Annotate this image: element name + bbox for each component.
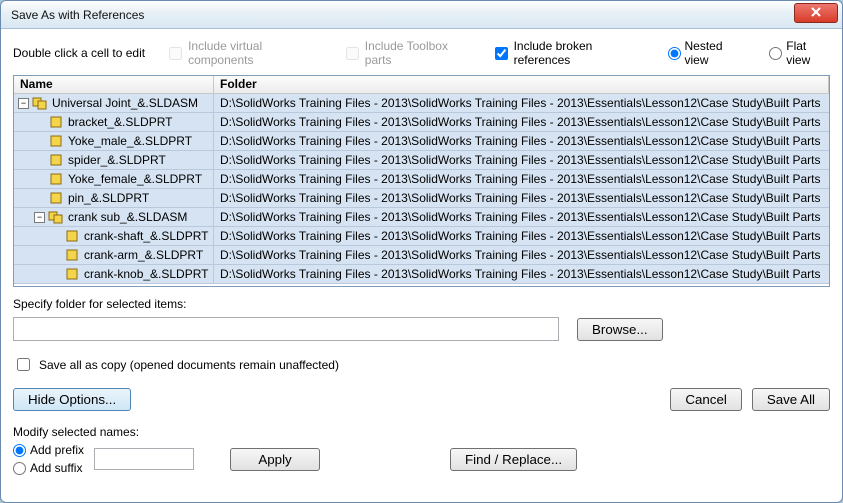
include-broken-checkbox[interactable]: Include broken references [495, 39, 644, 67]
prefix-suffix-input[interactable] [94, 448, 194, 470]
dialog-window: Save As with References Double click a c… [0, 0, 843, 503]
edit-hint: Double click a cell to edit [13, 46, 145, 60]
client-area: Double click a cell to edit Include virt… [1, 29, 842, 483]
name-cell[interactable]: crank-arm_&.SLDPRT [14, 246, 214, 264]
folder-cell[interactable]: D:\SolidWorks Training Files - 2013\Soli… [214, 96, 829, 110]
file-name: Yoke_female_&.SLDPRT [68, 172, 202, 186]
folder-cell[interactable]: D:\SolidWorks Training Files - 2013\Soli… [214, 210, 829, 224]
folder-cell[interactable]: D:\SolidWorks Training Files - 2013\Soli… [214, 267, 829, 281]
collapse-icon[interactable]: − [18, 98, 29, 109]
part-icon [64, 267, 80, 281]
file-name: crank-arm_&.SLDPRT [84, 248, 203, 262]
file-name: spider_&.SLDPRT [68, 153, 166, 167]
specify-folder-row: Browse... [13, 317, 830, 341]
file-name: crank-knob_&.SLDPRT [84, 267, 209, 281]
include-virtual-label: Include virtual components [188, 39, 322, 67]
folder-cell[interactable]: D:\SolidWorks Training Files - 2013\Soli… [214, 115, 829, 129]
part-icon [64, 229, 80, 243]
apply-button[interactable]: Apply [230, 448, 320, 471]
nested-view-label: Nested view [685, 39, 746, 67]
table-row[interactable]: crank-arm_&.SLDPRT D:\SolidWorks Training… [14, 246, 829, 265]
action-row: Hide Options... Cancel Save All [13, 388, 830, 411]
prefix-suffix-group: Add prefix Add suffix [13, 443, 84, 475]
table-row[interactable]: crank-knob_&.SLDPRT D:\SolidWorks Trainin… [14, 265, 829, 284]
collapse-icon[interactable]: − [34, 212, 45, 223]
name-cell[interactable]: spider_&.SLDPRT [14, 151, 214, 169]
table-row[interactable]: spider_&.SLDPRT D:\SolidWorks Training Fi… [14, 151, 829, 170]
titlebar: Save As with References [1, 1, 842, 29]
file-name: crank-shaft_&.SLDPRT [84, 229, 209, 243]
window-close-button[interactable] [794, 3, 838, 23]
table-row[interactable]: − crank sub_&.SLDASM D:\SolidWorks Trainin… [14, 208, 829, 227]
table-row[interactable]: Yoke_female_&.SLDPRT D:\SolidWorks Traini… [14, 170, 829, 189]
modify-names-row: Add prefix Add suffix Apply Find / Repla… [13, 443, 830, 475]
save-as-copy-label: Save all as copy (opened documents remai… [39, 358, 339, 372]
part-icon [48, 172, 64, 186]
hide-options-button[interactable]: Hide Options... [13, 388, 131, 411]
folder-cell[interactable]: D:\SolidWorks Training Files - 2013\Soli… [214, 191, 829, 205]
file-name: crank sub_&.SLDASM [68, 210, 187, 224]
part-icon [48, 115, 64, 129]
modify-names-label: Modify selected names: [13, 425, 830, 439]
add-prefix-radio[interactable]: Add prefix [13, 443, 84, 457]
flat-view-radio[interactable]: Flat view [769, 39, 830, 67]
folder-cell[interactable]: D:\SolidWorks Training Files - 2013\Soli… [214, 248, 829, 262]
browse-button[interactable]: Browse... [577, 318, 663, 341]
table-row[interactable]: pin_&.SLDPRT D:\SolidWorks Training Files… [14, 189, 829, 208]
folder-cell[interactable]: D:\SolidWorks Training Files - 2013\Soli… [214, 134, 829, 148]
include-toolbox-checkbox[interactable]: Include Toolbox parts [346, 39, 471, 67]
save-all-button[interactable]: Save All [752, 388, 830, 411]
flat-view-label: Flat view [786, 39, 830, 67]
specify-folder-label: Specify folder for selected items: [13, 297, 830, 311]
grid-header: Name Folder [14, 76, 829, 94]
header-name[interactable]: Name [14, 76, 214, 93]
add-suffix-label: Add suffix [30, 461, 82, 475]
window-title: Save As with References [11, 8, 144, 22]
folder-cell[interactable]: D:\SolidWorks Training Files - 2013\Soli… [214, 229, 829, 243]
references-grid: Name Folder − Universal Joint_&.SLDASM D:\… [13, 75, 830, 287]
name-cell[interactable]: pin_&.SLDPRT [14, 189, 214, 207]
table-row[interactable]: bracket_&.SLDPRT D:\SolidWorks Training F… [14, 113, 829, 132]
folder-cell[interactable]: D:\SolidWorks Training Files - 2013\Soli… [214, 172, 829, 186]
include-virtual-checkbox[interactable]: Include virtual components [169, 39, 322, 67]
add-suffix-radio[interactable]: Add suffix [13, 461, 84, 475]
file-name: bracket_&.SLDPRT [68, 115, 173, 129]
specify-folder-input[interactable] [13, 317, 559, 341]
file-name: Universal Joint_&.SLDASM [52, 96, 198, 110]
file-name: pin_&.SLDPRT [68, 191, 149, 205]
include-toolbox-label: Include Toolbox parts [365, 39, 471, 67]
save-as-copy-checkbox[interactable]: Save all as copy (opened documents remai… [13, 355, 830, 374]
part-icon [48, 134, 64, 148]
name-cell[interactable]: − crank sub_&.SLDASM [14, 208, 214, 226]
name-cell[interactable]: Yoke_male_&.SLDPRT [14, 132, 214, 150]
table-row[interactable]: Yoke_male_&.SLDPRT D:\SolidWorks Training… [14, 132, 829, 151]
close-icon [811, 6, 821, 20]
header-folder[interactable]: Folder [214, 76, 829, 93]
name-cell[interactable]: crank-shaft_&.SLDPRT [14, 227, 214, 245]
find-replace-button[interactable]: Find / Replace... [450, 448, 577, 471]
assembly-icon [48, 210, 64, 224]
name-cell[interactable]: bracket_&.SLDPRT [14, 113, 214, 131]
include-broken-label: Include broken references [514, 39, 644, 67]
file-name: Yoke_male_&.SLDPRT [68, 134, 192, 148]
part-icon [48, 153, 64, 167]
assembly-icon [32, 96, 48, 110]
options-row: Double click a cell to edit Include virt… [13, 39, 830, 67]
part-icon [64, 248, 80, 262]
table-row[interactable]: − Universal Joint_&.SLDASM D:\SolidWorks T… [14, 94, 829, 113]
cancel-button[interactable]: Cancel [670, 388, 742, 411]
name-cell[interactable]: − Universal Joint_&.SLDASM [14, 94, 214, 112]
name-cell[interactable]: crank-knob_&.SLDPRT [14, 265, 214, 283]
folder-cell[interactable]: D:\SolidWorks Training Files - 2013\Soli… [214, 153, 829, 167]
nested-view-radio[interactable]: Nested view [668, 39, 746, 67]
name-cell[interactable]: Yoke_female_&.SLDPRT [14, 170, 214, 188]
add-prefix-label: Add prefix [30, 443, 84, 457]
table-row[interactable]: crank-shaft_&.SLDPRT D:\SolidWorks Traini… [14, 227, 829, 246]
part-icon [48, 191, 64, 205]
